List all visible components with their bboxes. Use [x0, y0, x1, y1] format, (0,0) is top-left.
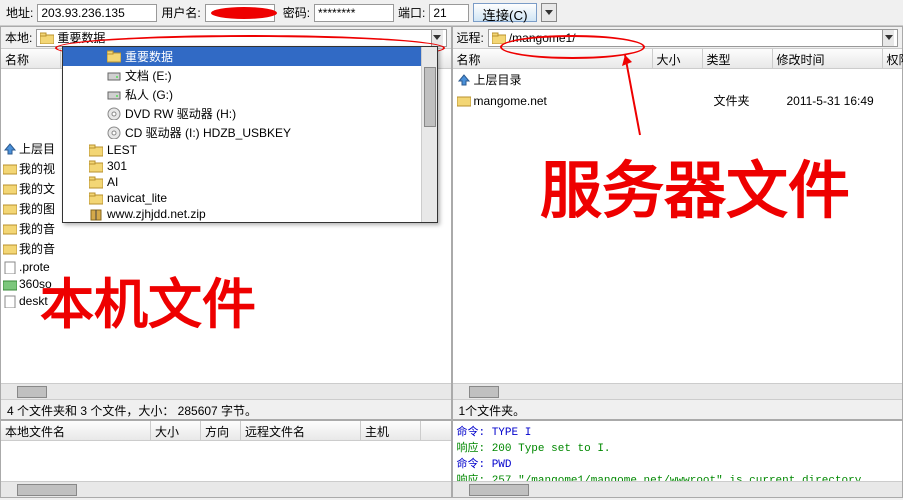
- log-hscroll[interactable]: [453, 481, 903, 497]
- password-label: 密码:: [283, 4, 310, 21]
- list-item[interactable]: 上层目录: [453, 69, 903, 90]
- dropdown-item[interactable]: 私人 (G:): [63, 85, 437, 104]
- connect-dropdown[interactable]: [541, 3, 557, 22]
- up-icon: [457, 73, 471, 86]
- remote-columns: 名称 大小 类型 修改时间 权限: [453, 49, 903, 69]
- cd-icon: [107, 126, 121, 139]
- dropdown-item[interactable]: navicat_lite: [63, 190, 437, 206]
- password-input[interactable]: [314, 4, 394, 22]
- local-path-text: 重要数据: [57, 29, 105, 46]
- log-line: 命令: TYPE I: [457, 423, 899, 439]
- dropdown-item[interactable]: AI: [63, 174, 437, 190]
- queue-col-host[interactable]: 主机: [361, 421, 421, 440]
- folder-icon: [3, 222, 17, 235]
- remote-path-dropdown-button[interactable]: [882, 30, 894, 46]
- log-output[interactable]: 命令: TYPE I响应: 200 Type set to I.命令: PWD响…: [453, 421, 903, 481]
- connection-toolbar: 地址: 用户名: 密码: 端口: 连接(C): [0, 0, 903, 26]
- local-path-dropdown-button[interactable]: [431, 30, 443, 46]
- local-path-label: 本地:: [5, 29, 32, 46]
- local-side-items: 上层目 我的视 我的文 我的图 我的音 我的音 .prote 360so des…: [3, 139, 55, 309]
- remote-col-name[interactable]: 名称: [453, 49, 653, 68]
- log-line: 响应: 200 Type set to I.: [457, 439, 899, 455]
- remote-path-combo[interactable]: /mangome1/: [488, 29, 898, 47]
- queue-col-size[interactable]: 大小: [151, 421, 201, 440]
- dropdown-item[interactable]: 文档 (E:): [63, 66, 437, 85]
- folder-icon: [3, 162, 17, 175]
- local-col-name[interactable]: 名称: [1, 49, 61, 68]
- address-label: 地址:: [6, 4, 33, 21]
- folder-icon: [89, 176, 103, 189]
- folder-icon: [89, 144, 103, 157]
- dropdown-scrollbar[interactable]: [421, 47, 437, 222]
- username-label: 用户名:: [161, 4, 200, 21]
- port-label: 端口:: [398, 4, 425, 21]
- local-path-dropdown[interactable]: 重要数据文档 (E:)私人 (G:)DVD RW 驱动器 (H:)CD 驱动器 …: [62, 46, 438, 223]
- up-icon: [3, 142, 17, 155]
- folder-icon: [89, 192, 103, 205]
- local-hscroll[interactable]: [1, 383, 451, 399]
- dropdown-item[interactable]: CD 驱动器 (I:) HDZB_USBKEY: [63, 123, 437, 142]
- dropdown-item[interactable]: www.zjhjdd.net.zip: [63, 206, 437, 222]
- folder-icon: [3, 242, 17, 255]
- queue-col-dir[interactable]: 方向: [201, 421, 241, 440]
- remote-path-text: /mangome1/: [509, 31, 576, 45]
- log-pane: 命令: TYPE I响应: 200 Type set to I.命令: PWD响…: [452, 420, 903, 498]
- drive-icon: [107, 88, 121, 101]
- remote-col-type[interactable]: 类型: [703, 49, 773, 68]
- local-status: 4 个文件夹和 3 个文件，大小： 285607 字节。: [1, 399, 451, 419]
- port-input[interactable]: [429, 4, 469, 22]
- folder-icon: [40, 32, 54, 44]
- dropdown-item[interactable]: 重要数据: [63, 47, 437, 66]
- dropdown-item[interactable]: DVD RW 驱动器 (H:): [63, 104, 437, 123]
- queue-col-remote[interactable]: 远程文件名: [241, 421, 361, 440]
- file-icon: [3, 261, 17, 274]
- folder-icon: [3, 182, 17, 195]
- local-path-combo[interactable]: 重要数据: [36, 29, 446, 47]
- remote-path-label: 远程:: [457, 29, 484, 46]
- remote-status: 1个文件夹。: [453, 399, 903, 419]
- list-item[interactable]: mangome.net 文件夹 2011-5-31 16:49: [453, 90, 903, 111]
- dropdown-item[interactable]: LEST: [63, 142, 437, 158]
- username-input[interactable]: [205, 4, 275, 22]
- log-line: 命令: PWD: [457, 455, 899, 471]
- dropdown-item[interactable]: 301: [63, 158, 437, 174]
- queue-col-local[interactable]: 本地文件名: [1, 421, 151, 440]
- remote-col-size[interactable]: 大小: [653, 49, 703, 68]
- queue-columns: 本地文件名 大小 方向 远程文件名 主机: [1, 421, 451, 441]
- queue-hscroll[interactable]: [1, 481, 451, 497]
- folder-icon: [492, 32, 506, 44]
- remote-file-list[interactable]: 上层目录 mangome.net 文件夹 2011-5-31 16:49: [453, 69, 903, 383]
- queue-list[interactable]: [1, 441, 451, 481]
- remote-pane: 远程: /mangome1/ 名称 大小 类型 修改时间 权限 上层目录 man…: [452, 26, 903, 420]
- file-icon: [3, 295, 17, 308]
- folder-icon: [89, 160, 103, 173]
- dvd-icon: [107, 107, 121, 120]
- queue-pane: 本地文件名 大小 方向 远程文件名 主机: [0, 420, 452, 498]
- remote-col-perm[interactable]: 权限: [883, 49, 903, 68]
- connect-button[interactable]: 连接(C): [473, 3, 536, 22]
- drive-icon: [107, 69, 121, 82]
- folder-icon: [3, 278, 17, 291]
- zip-icon: [89, 208, 103, 221]
- folder-icon: [3, 202, 17, 215]
- remote-hscroll[interactable]: [453, 383, 903, 399]
- folder-icon: [107, 50, 121, 63]
- address-input[interactable]: [37, 4, 157, 22]
- remote-col-time[interactable]: 修改时间: [773, 49, 883, 68]
- folder-icon: [457, 94, 471, 107]
- log-line: 响应: 257 "/mangome1/mangome.net/wwwroot" …: [457, 471, 899, 481]
